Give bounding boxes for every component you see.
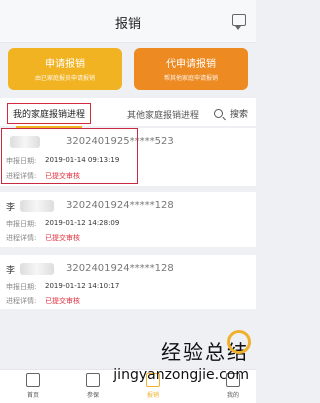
nav-mine-label: 我的: [226, 392, 239, 399]
nav-claim-label: 报销: [146, 392, 159, 399]
detail-label: 进程详情:: [6, 297, 37, 305]
nav-home-label: 首页: [26, 392, 39, 399]
search-button[interactable]: 搜索: [214, 107, 248, 120]
tab-bar: 我的家庭报销进程 其他家庭报销进程 搜索: [0, 98, 256, 128]
reimbursement-record[interactable]: 李 3202401924*****128 申报日期: 2019-01-12 14…: [0, 192, 256, 247]
status-badge: 已提交审核: [45, 297, 80, 305]
status-badge: 已提交审核: [45, 234, 80, 242]
apply-date-label: 申报日期:: [6, 220, 37, 228]
name-initial: 李: [6, 266, 16, 276]
home-icon: [26, 373, 40, 387]
proxy-apply-button[interactable]: 代申请报销 帮其他家庭申请报销: [134, 48, 248, 90]
nav-insurance[interactable]: 参保: [73, 373, 113, 399]
nav-insurance-label: 参保: [86, 392, 99, 399]
watermark-check-icon: [227, 330, 251, 354]
name-initial: 李: [6, 203, 16, 213]
masked-name: [20, 200, 54, 212]
record-id: 3202401924*****128: [66, 263, 174, 274]
self-apply-label: 申请报销: [45, 59, 85, 70]
self-apply-button[interactable]: 申请报销 由已家庭报员申请报销: [8, 48, 122, 90]
self-apply-subtitle: 由已家庭报员申请报销: [34, 75, 95, 82]
page-title: 报销: [114, 17, 141, 32]
detail-label: 进程详情:: [6, 234, 37, 242]
masked-name: [20, 263, 54, 275]
selected-record-highlight: [1, 128, 138, 184]
header: 报销: [0, 0, 256, 43]
reimbursement-record[interactable]: 李 3202401924*****128 申报日期: 2019-01-12 14…: [0, 255, 256, 309]
tab-other-family-progress[interactable]: 其他家庭报销进程: [127, 108, 199, 121]
nav-home[interactable]: 首页: [13, 373, 53, 399]
apply-date: 2019-01-12 14:10:17: [45, 282, 120, 290]
record-id: 3202401924*****128: [66, 200, 174, 211]
apply-date-label: 申报日期:: [6, 283, 37, 291]
proxy-apply-subtitle: 帮其他家庭申请报销: [163, 75, 218, 82]
watermark: 经验总结 jingyanzongjie.com: [113, 330, 251, 383]
apply-date: 2019-01-12 14:28:09: [45, 219, 120, 227]
search-icon: [214, 109, 224, 118]
tab-my-family-progress[interactable]: 我的家庭报销进程: [7, 103, 92, 128]
action-buttons: 申请报销 由已家庭报员申请报销 代申请报销 帮其他家庭申请报销: [8, 48, 248, 90]
search-label: 搜索: [229, 110, 248, 120]
proxy-apply-label: 代申请报销: [166, 59, 216, 70]
chat-icon[interactable]: [232, 14, 246, 30]
watermark-url: jingyanzongjie.com: [113, 367, 249, 383]
insurance-icon: [86, 373, 100, 387]
